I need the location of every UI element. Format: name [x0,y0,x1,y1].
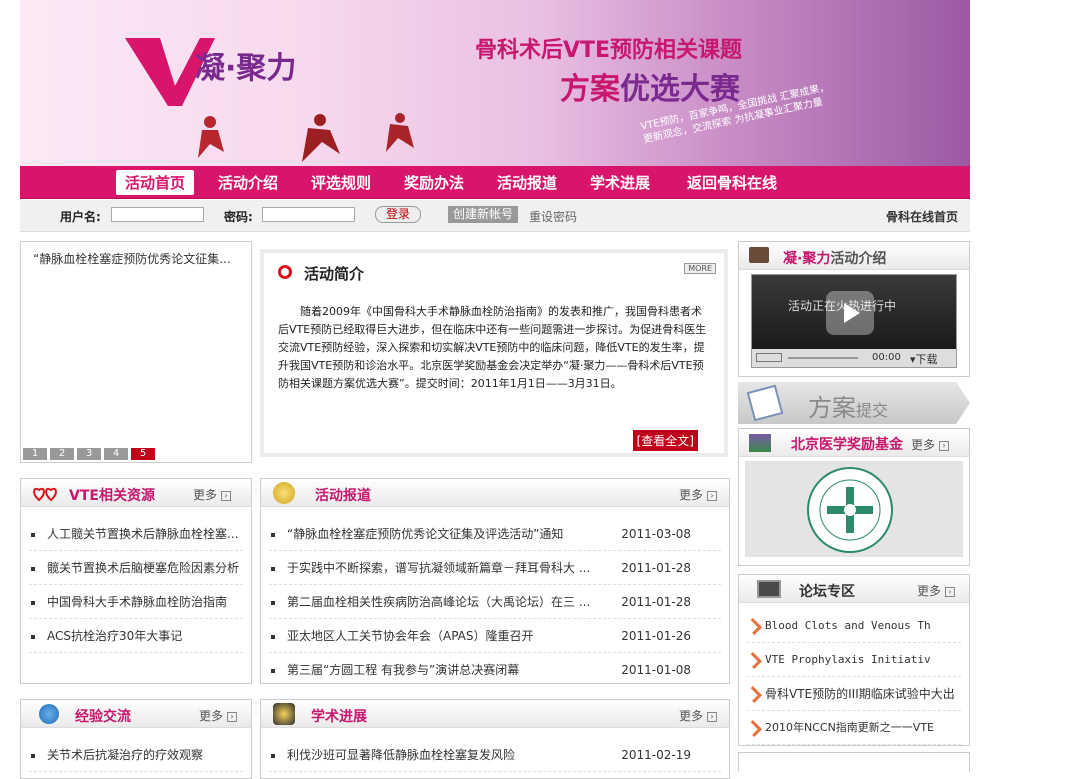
nav-back-ortho[interactable]: 返回骨科在线 [687,172,777,193]
video-box: 凝·聚力活动介绍 活动正在火热进行中 00:00 ▾下载 [738,241,970,377]
list-item[interactable]: ACS抗栓治疗30年大事记 [29,619,243,653]
submit-big-text: 方案提交 [808,394,889,422]
list-item[interactable]: 人工髋关节置换术后静脉血栓栓塞... [29,517,243,551]
intro-more-button[interactable]: MORE [684,263,716,274]
monitor-icon [757,580,781,598]
exchange-title: 经验交流 [75,709,131,725]
list-item[interactable]: 于实践中不断探索，谱写抗凝领域新篇章－拜耳骨科大 ... 2011-01-28 [269,551,721,585]
slider-pagination: 12345 [23,445,158,460]
video-box-title: 凝·聚力活动介绍 [783,251,887,267]
list-item[interactable]: 第三届“方圆工程 有我参与”演讲总决赛闭幕 2011-01-08 [269,653,721,687]
nav-intro[interactable]: 活动介绍 [218,172,278,193]
intro-box: 活动简介 MORE 随着2009年《中国骨科大手术静脉血栓防治指南》的发表和推广… [260,249,728,457]
username-input[interactable] [111,207,204,222]
forum-more-link[interactable]: 更多 › [917,582,955,599]
slider-page-5[interactable]: 5 [131,448,155,460]
download-button[interactable]: ▾下载 [910,351,938,367]
list-item[interactable]: Blood Clots and Venous Th [747,609,961,643]
reports-more-link[interactable]: 更多 › [679,486,717,503]
exchange-box: 经验交流 更多 › 关节术后抗凝治疗的疗效观察 [20,699,252,779]
foundation-title: 北京医学奖励基金 [791,437,903,453]
player-controls[interactable] [756,353,782,362]
news-slider: “静脉血栓栓塞症预防优秀论文征集... 12345 [20,241,252,463]
academic-title: 学术进展 [311,709,367,725]
exchange-icon [39,704,59,724]
intro-read-more-button[interactable]: [查看全文] [632,430,698,451]
banner-title-line1: 骨科术后VTE预防相关课题 [475,38,743,63]
next-box-top [738,752,970,772]
nav-rules[interactable]: 评选规则 [311,172,371,193]
list-item[interactable]: “静脉血栓栓塞症预防优秀论文征集及评选活动”通知 2011-03-08 [269,517,721,551]
tv-icon [749,247,769,263]
list-item[interactable]: 利伐沙班可显著降低静脉血栓栓塞复发风险 2011-02-19 [269,738,721,772]
foundation-logo-panel [745,461,963,557]
password-label: 密码: [224,210,253,224]
list-item[interactable]: 关节术后抗凝治疗的疗效观察 [29,738,243,772]
exchange-more-link[interactable]: 更多 › [199,707,237,724]
svg-text:凝·聚力: 凝·聚力 [195,51,296,86]
nav-home[interactable]: 活动首页 [116,170,195,195]
list-item[interactable]: 第二届血栓相关性疾病防治高峰论坛（大禹论坛）在三 ... 2011-01-28 [269,585,721,619]
login-bar: 用户名: 密码: 登录 创建新帐号 重设密码 骨科在线首页 [20,200,970,232]
vte-more-link[interactable]: 更多 › [193,486,231,503]
foundation-seal-logo [807,467,893,553]
login-button[interactable]: 登录 [375,206,422,223]
reports-box: 活动报道 更多 › “静脉血栓栓塞症预防优秀论文征集及评选活动”通知 2011-03… [260,478,730,684]
nav-awards[interactable]: 奖励办法 [404,172,464,193]
runners-graphic [198,113,414,162]
username-label: 用户名: [60,210,101,224]
forum-box: 论坛专区 更多 › Blood Clots and Venous Th VTE P… [738,574,970,746]
register-button[interactable]: 创建新帐号 [448,206,519,223]
speaker-icon [273,482,295,504]
intro-title: 活动简介 [304,265,365,283]
slider-page-1[interactable]: 1 [23,448,47,460]
video-player[interactable]: 活动正在火热进行中 00:00 ▾下载 [751,274,957,368]
header-banner: 凝·聚力 骨科术后VTE预防相关课题 方案优选大赛 VTE预防，百家争鸣，全国挑… [20,0,970,166]
vte-resources-box: VTE相关资源 更多 › 人工髋关节置换术后静脉血栓栓塞... 髋关节置换术后脑梗… [20,478,252,684]
academic-more-link[interactable]: 更多 › [679,707,717,724]
academic-icon [273,703,295,725]
nav-academic[interactable]: 学术进展 [590,172,650,193]
list-item[interactable]: 2010年NCCN指南更新之一一VTE [747,711,961,745]
books-icon [749,434,771,452]
list-item[interactable]: VTE Prophylaxis Initiativ [747,643,961,677]
list-item[interactable]: 骨科VTE预防的III期临床试验中大出 [747,677,961,711]
hearts-icon [33,487,57,502]
slider-page-4[interactable]: 4 [104,448,128,460]
play-button[interactable] [826,291,874,335]
intro-body: 随着2009年《中国骨科大手术静脉血栓防治指南》的发表和推广，我国骨科患者术后V… [278,305,707,390]
foundation-box: 北京医学奖励基金 更多 › [738,428,970,566]
list-item[interactable]: 亚太地区人工关节协会年会（APAS）隆重召开 2011-01-26 [269,619,721,653]
banner-title-line2: 方案优选大赛 [560,72,740,107]
submit-plan-button[interactable]: 方案提交 [738,382,970,424]
foundation-more-link[interactable]: 更多 › [911,436,949,453]
slider-page-2[interactable]: 2 [50,448,74,460]
password-input[interactable] [262,207,355,222]
academic-box: 学术进展 更多 › 利伐沙班可显著降低静脉血栓栓塞复发风险 2011-02-19 [260,699,730,779]
forum-title: 论坛专区 [799,584,855,600]
main-nav: 活动首页 活动介绍 评选规则 奖励办法 活动报道 学术进展 返回骨科在线 [20,166,970,199]
vning-logo: 凝·聚力 [125,38,296,106]
reports-title: 活动报道 [315,488,371,504]
nav-reports[interactable]: 活动报道 [497,172,557,193]
list-item[interactable]: 髋关节置换术后脑梗塞危险因素分析 [29,551,243,585]
list-item[interactable]: 中国骨科大手术静脉血栓防治指南 [29,585,243,619]
seek-bar[interactable] [788,357,858,359]
vte-title: VTE相关资源 [69,488,155,504]
reset-password-link[interactable]: 重设密码 [529,208,577,225]
notepad-icon [746,384,784,422]
slider-caption[interactable]: “静脉血栓栓塞症预防优秀论文征集... [21,242,251,275]
slider-page-3[interactable]: 3 [77,448,101,460]
intro-bullet-icon [278,265,292,279]
ortho-home-link[interactable]: 骨科在线首页 [886,208,958,225]
player-time: 00:00 [872,352,901,363]
